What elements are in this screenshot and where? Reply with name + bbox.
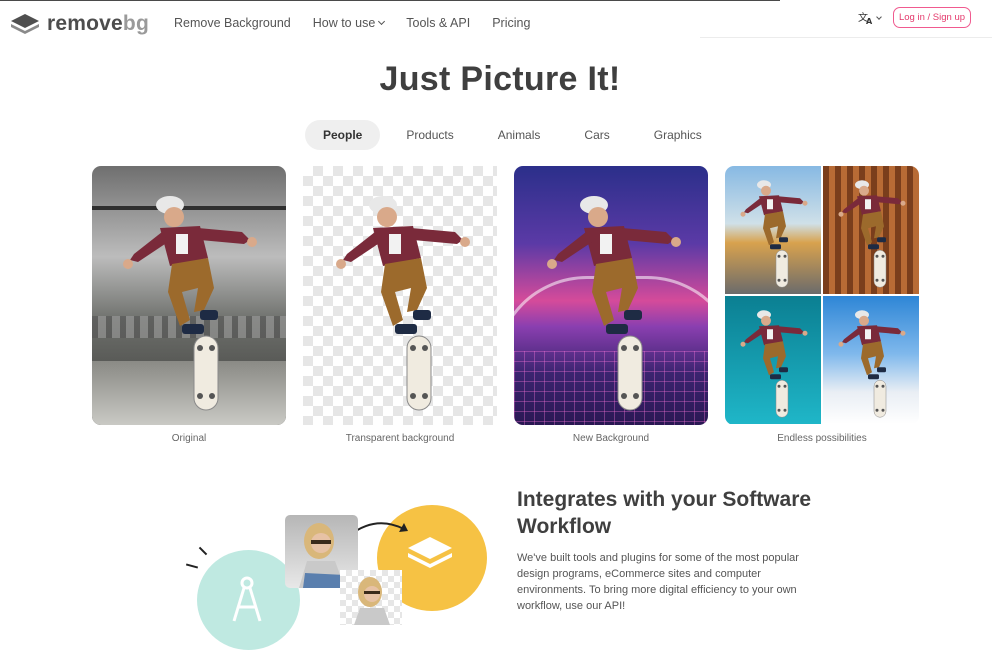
- card-label-transparent: Transparent background: [345, 433, 455, 444]
- sample-photo-cutout: [340, 570, 402, 625]
- integration-title: Integrates with your Software Workflow: [517, 488, 812, 538]
- accent-dash: [185, 563, 199, 569]
- accent-dash: [198, 546, 208, 556]
- nav-label: Remove Background: [174, 16, 291, 30]
- skater-figure: [546, 195, 682, 411]
- card-original-photo: [92, 166, 286, 425]
- nav-label: Pricing: [492, 16, 531, 30]
- logo-text-main: remove: [47, 12, 123, 35]
- main-nav: Remove Background How to use Tools & API…: [174, 16, 552, 30]
- skater-figure: [335, 195, 471, 411]
- skater-figure: [740, 180, 808, 288]
- tab-products[interactable]: Products: [388, 120, 471, 150]
- variant-clouds: [823, 296, 919, 424]
- tab-cars[interactable]: Cars: [566, 120, 627, 150]
- header-top-border: [0, 0, 780, 1]
- skater-figure: [740, 310, 808, 418]
- svg-text:A: A: [866, 17, 873, 25]
- nav-tools-api[interactable]: Tools & API: [406, 16, 470, 30]
- integration-description: We've built tools and plugins for some o…: [517, 552, 799, 612]
- integration-illustration: [180, 505, 500, 650]
- tab-graphics[interactable]: Graphics: [636, 120, 720, 150]
- nav-label: Tools & API: [406, 16, 471, 30]
- logo-wordmark: removebg: [47, 12, 149, 36]
- layers-logo-icon: [11, 14, 39, 34]
- variant-teal: [725, 296, 821, 424]
- variant-wood-wall: [823, 166, 919, 294]
- skater-figure: [122, 195, 258, 411]
- logo[interactable]: removebg: [10, 12, 149, 36]
- card-transparent-photo: [303, 166, 497, 425]
- variant-road: [725, 166, 821, 294]
- card-new-background-photo: [514, 166, 708, 425]
- login-signup-button[interactable]: Log in / Sign up: [893, 7, 971, 28]
- language-selector[interactable]: 文 A: [858, 11, 882, 25]
- category-tabs: People Products Animals Cars Graphics: [305, 120, 728, 150]
- nav-label: How to use: [312, 16, 376, 30]
- tab-people[interactable]: People: [305, 120, 381, 150]
- chevron-down-icon: [876, 13, 882, 20]
- card-label-endless: Endless possibilities: [777, 433, 867, 444]
- tab-animals[interactable]: Animals: [480, 120, 559, 150]
- skater-figure: [838, 180, 906, 288]
- card-endless-possibilities-photo: [725, 166, 919, 425]
- layers-icon: [408, 537, 452, 568]
- woman-cutout-figure: [354, 577, 390, 625]
- translate-icon: 文 A: [858, 11, 873, 25]
- header-divider: [700, 37, 992, 38]
- chevron-down-icon: [378, 17, 386, 26]
- nav-how-to-use[interactable]: How to use: [312, 16, 386, 30]
- skater-figure: [838, 310, 906, 418]
- site-header: removebg Remove Background How to use To…: [0, 0, 1000, 48]
- nav-remove-background[interactable]: Remove Background: [174, 16, 291, 30]
- logo-text-accent: bg: [122, 12, 149, 35]
- card-label-original: Original: [171, 433, 207, 444]
- nav-pricing[interactable]: Pricing: [492, 16, 530, 30]
- hero-title: Just Picture It!: [379, 60, 621, 98]
- card-label-new-background: New Background: [572, 433, 650, 444]
- compass-icon: [232, 576, 262, 622]
